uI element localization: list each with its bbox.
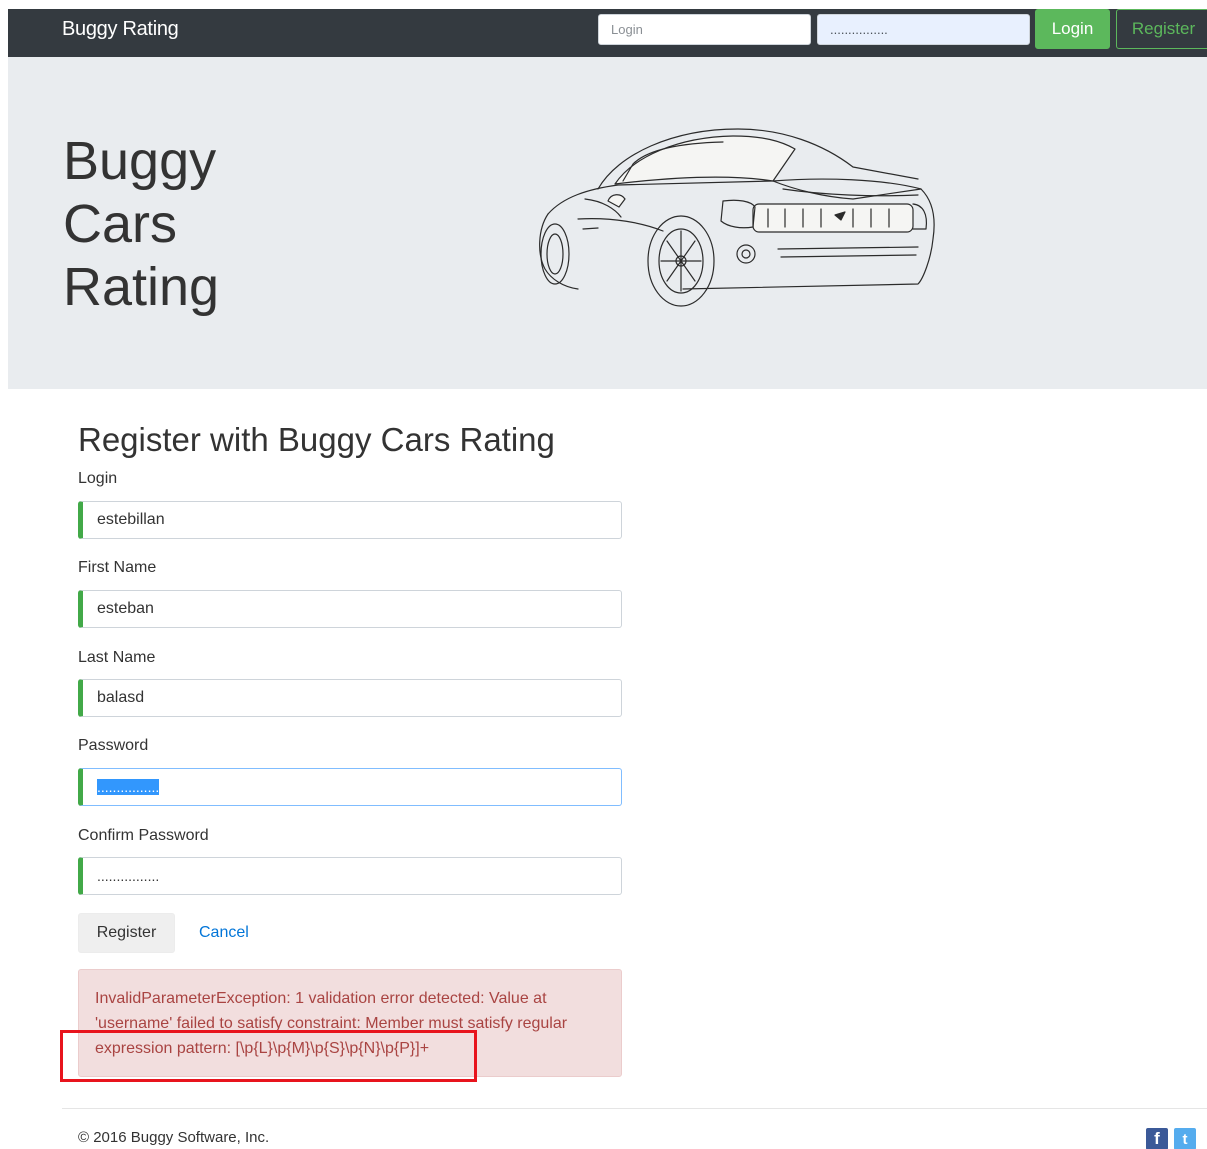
confirm-password-field-value: ................	[97, 868, 160, 884]
hero-title-line: Rating	[63, 257, 220, 317]
hero-title: Buggy Cars Rating	[63, 130, 363, 319]
navbar-login-button[interactable]: Login	[1035, 9, 1110, 49]
register-page-title: Register with Buggy Cars Rating	[78, 421, 555, 458]
login-field[interactable]	[78, 501, 622, 539]
annotation-highlight-box	[60, 1030, 477, 1082]
last-name-field[interactable]	[78, 679, 622, 717]
footer-copyright: © 2016 Buggy Software, Inc.	[78, 1129, 270, 1146]
password-label: Password	[78, 737, 149, 754]
first-name-label: First Name	[78, 559, 157, 576]
navbar-password-input[interactable]	[817, 14, 1030, 45]
confirm-password-field[interactable]: ................	[78, 857, 622, 895]
footer-divider	[62, 1108, 1207, 1109]
navbar-login-input[interactable]	[598, 14, 811, 45]
top-navbar: Buggy Rating Login Register	[8, 9, 1207, 57]
password-field[interactable]: ................	[78, 768, 622, 806]
password-field-value: ................	[97, 779, 160, 795]
register-button[interactable]: Register	[78, 913, 175, 953]
confirm-password-label: Confirm Password	[78, 827, 209, 844]
cancel-link[interactable]: Cancel	[199, 924, 249, 942]
navbar-register-button[interactable]: Register	[1116, 9, 1207, 49]
first-name-field[interactable]	[78, 590, 622, 628]
car-sketch-illustration	[539, 128, 935, 307]
brand-link[interactable]: Buggy Rating	[62, 18, 179, 41]
hero-title-line: Buggy	[63, 131, 217, 191]
facebook-icon[interactable]: f	[1146, 1128, 1168, 1149]
twitter-icon[interactable]: t	[1174, 1128, 1196, 1149]
login-label: Login	[78, 470, 118, 487]
hero-title-line: Cars	[63, 194, 178, 254]
last-name-label: Last Name	[78, 649, 156, 666]
hero-banner: Buggy Cars Rating	[8, 57, 1207, 389]
